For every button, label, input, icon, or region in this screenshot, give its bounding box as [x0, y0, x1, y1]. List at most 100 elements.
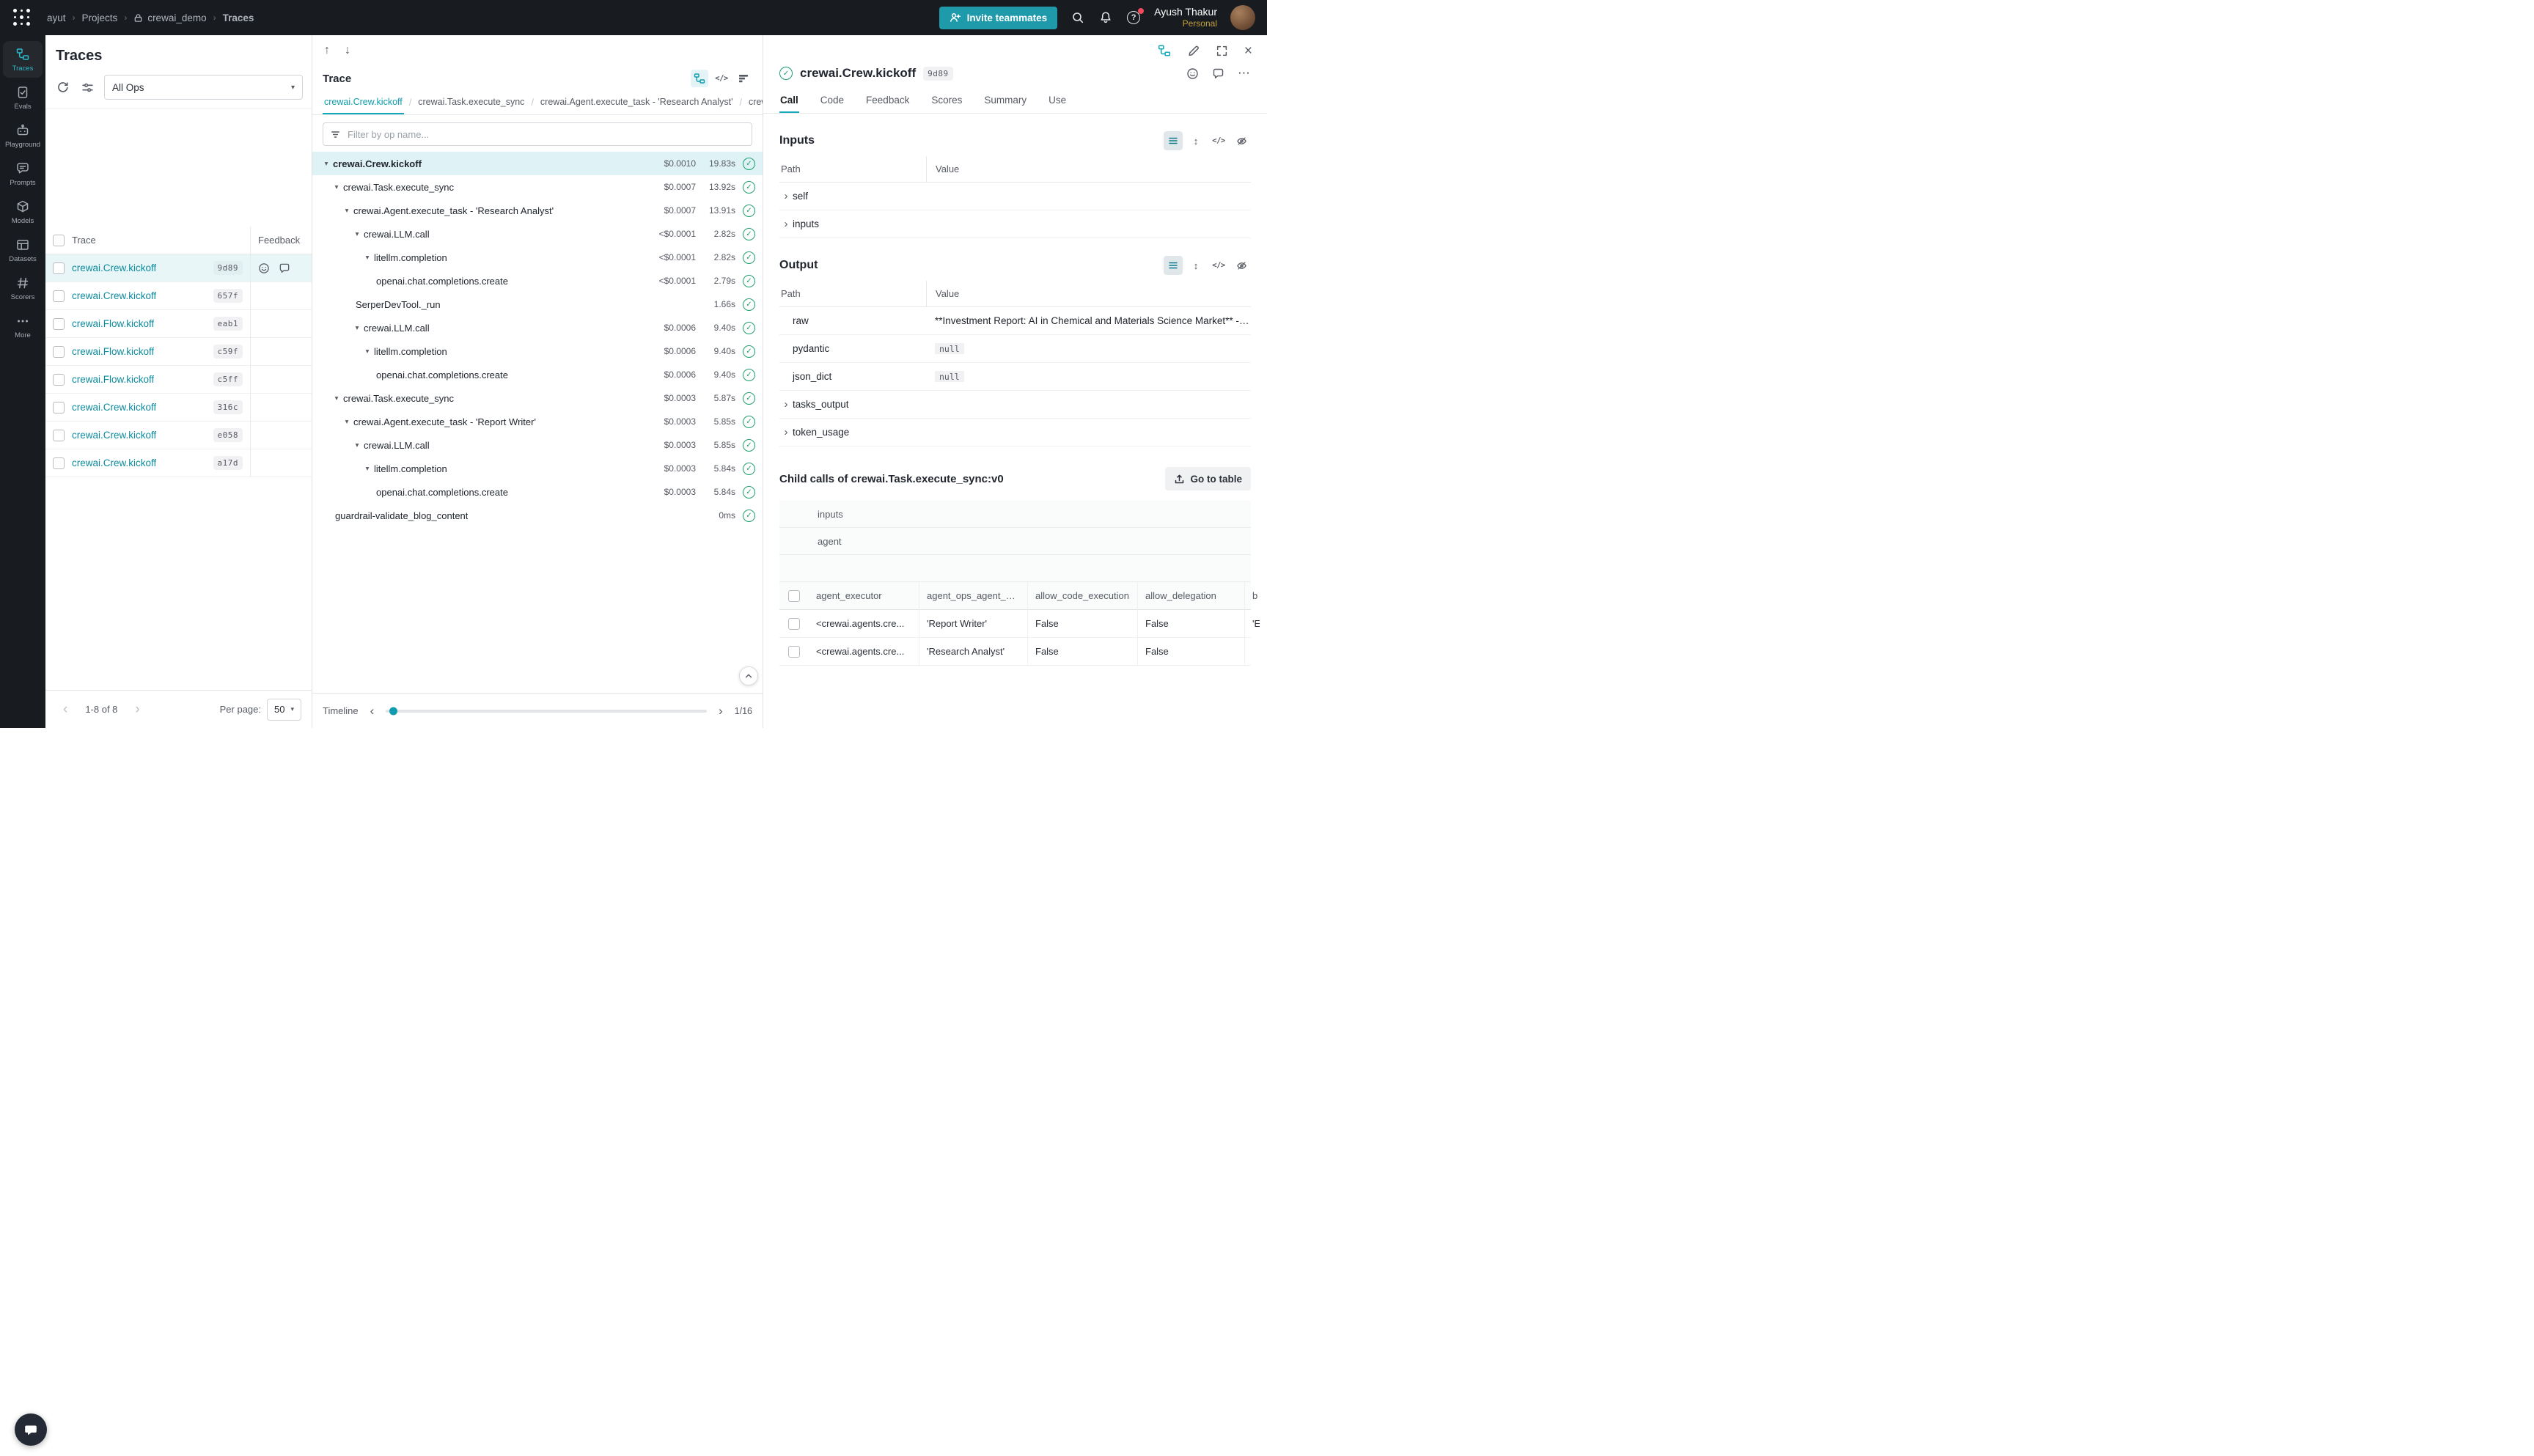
trace-tree-row[interactable]: guardrail-validate_blog_content 0ms ✓	[312, 504, 763, 527]
op-filter-input[interactable]	[346, 128, 744, 141]
avatar[interactable]	[1230, 5, 1255, 30]
trace-tree-row[interactable]: ▾ litellm.completion $0.0006 9.40s ✓	[312, 339, 763, 363]
code-json-icon[interactable]: </>	[1209, 256, 1228, 275]
tab-use[interactable]: Use	[1048, 88, 1067, 113]
select-all-checkbox[interactable]	[53, 235, 65, 246]
feedback-comment-icon[interactable]	[279, 262, 290, 274]
trace-name-link[interactable]: crewai.Crew.kickoff	[72, 402, 156, 413]
expand-chevron-icon[interactable]: ›	[779, 191, 793, 202]
io-table-row[interactable]: pydantic null	[779, 335, 1251, 363]
io-table-row[interactable]: › tasks_output	[779, 391, 1251, 419]
timeline-prev-icon[interactable]: ‹	[367, 704, 378, 718]
next-trace-arrow-icon[interactable]: ↓	[345, 44, 350, 57]
trace-list-row[interactable]: crewai.Crew.kickoff 316c	[45, 394, 312, 422]
notifications-bell-icon[interactable]	[1098, 10, 1113, 25]
timeline-next-icon[interactable]: ›	[716, 704, 726, 718]
io-table-row[interactable]: › inputs	[779, 210, 1251, 238]
sidebar-item-datasets[interactable]: Datasets	[3, 232, 43, 268]
column-header[interactable]: allow_delegation	[1137, 582, 1244, 610]
refresh-icon[interactable]	[54, 79, 70, 95]
io-table-row[interactable]: raw **Investment Report: AI in Chemical …	[779, 307, 1251, 335]
collapse-caret-icon[interactable]: ▾	[350, 324, 364, 332]
trace-tree-row[interactable]: ▾ crewai.Task.execute_sync $0.0003 5.87s…	[312, 386, 763, 410]
child-call-row[interactable]: <crewai.agents.cre...'Research Analyst'F…	[779, 638, 1251, 666]
trace-name-link[interactable]: crewai.Flow.kickoff	[72, 346, 154, 357]
row-checkbox[interactable]	[788, 646, 800, 658]
add-comment-icon[interactable]	[1212, 67, 1224, 80]
trace-path-tab[interactable]: crewai.Agent.execute_task - 'Research An…	[539, 91, 735, 114]
breadcrumb-current[interactable]: Traces	[223, 12, 254, 23]
expand-chevron-icon[interactable]: ›	[779, 399, 793, 410]
sidebar-item-more[interactable]: More	[3, 308, 43, 345]
row-checkbox[interactable]	[53, 402, 65, 413]
trace-name-link[interactable]: crewai.Flow.kickoff	[72, 374, 154, 385]
trace-tree-row[interactable]: ▾ crewai.Agent.execute_task - 'Report Wr…	[312, 410, 763, 433]
search-icon[interactable]	[1070, 10, 1085, 25]
row-checkbox[interactable]	[53, 374, 65, 386]
expand-rows-icon[interactable]: ↕	[1186, 256, 1205, 275]
chat-launcher-button[interactable]	[15, 1413, 47, 1446]
table-view-icon[interactable]	[1164, 131, 1183, 150]
trace-name-link[interactable]: crewai.Crew.kickoff	[72, 290, 156, 301]
trace-tree-row[interactable]: ▾ crewai.LLM.call $0.0006 9.40s ✓	[312, 316, 763, 339]
sidebar-item-traces[interactable]: Traces	[3, 41, 43, 78]
sidebar-item-playground[interactable]: Playground	[3, 117, 43, 154]
trace-path-tab[interactable]: crewai.LLM.cal	[747, 91, 763, 114]
trace-list-row[interactable]: crewai.Crew.kickoff e058	[45, 422, 312, 449]
collapse-caret-icon[interactable]: ▾	[330, 394, 343, 402]
row-checkbox[interactable]	[53, 262, 65, 274]
tab-scores[interactable]: Scores	[930, 88, 963, 113]
tree-view-icon[interactable]	[691, 70, 708, 87]
trace-list-row[interactable]: crewai.Crew.kickoff a17d	[45, 449, 312, 477]
go-to-table-button[interactable]: Go to table	[1165, 467, 1252, 490]
collapse-caret-icon[interactable]: ▾	[340, 418, 353, 426]
io-table-row[interactable]: › token_usage	[779, 419, 1251, 446]
collapse-caret-icon[interactable]: ▾	[361, 465, 374, 473]
trace-tree-row[interactable]: openai.chat.completions.create $0.0006 9…	[312, 363, 763, 386]
collapse-caret-icon[interactable]: ▾	[361, 254, 374, 262]
flame-graph-view-icon[interactable]	[735, 70, 752, 87]
prev-page-icon[interactable]: ‹	[56, 702, 75, 718]
collapse-caret-icon[interactable]: ▾	[350, 441, 364, 449]
split-view-icon[interactable]	[1158, 44, 1171, 57]
row-checkbox[interactable]	[53, 430, 65, 441]
column-header[interactable]: agent_ops_agent_nan	[919, 582, 1027, 610]
trace-tree-row[interactable]: ▾ crewai.LLM.call <$0.0001 2.82s ✓	[312, 222, 763, 246]
trace-name-link[interactable]: crewai.Crew.kickoff	[72, 262, 156, 273]
column-settings-icon[interactable]	[79, 79, 95, 95]
expand-chevron-icon[interactable]: ›	[779, 218, 793, 229]
code-json-icon[interactable]: </>	[1209, 131, 1228, 150]
trace-tree-row[interactable]: ▾ crewai.LLM.call $0.0003 5.85s ✓	[312, 433, 763, 457]
trace-tree-row[interactable]: ▾ crewai.Crew.kickoff $0.0010 19.83s ✓	[312, 152, 763, 175]
io-table-row[interactable]: json_dict null	[779, 363, 1251, 391]
trace-name-link[interactable]: crewai.Crew.kickoff	[72, 457, 156, 468]
row-checkbox[interactable]	[53, 290, 65, 302]
collapse-panel-button[interactable]	[739, 666, 758, 685]
tab-feedback[interactable]: Feedback	[865, 88, 910, 113]
wandb-logo-icon[interactable]	[12, 7, 32, 28]
row-checkbox[interactable]	[788, 618, 800, 630]
trace-list-row[interactable]: crewai.Flow.kickoff c5ff	[45, 366, 312, 394]
fullscreen-icon[interactable]	[1216, 45, 1228, 57]
child-call-row[interactable]: <crewai.agents.cre...'Report Writer'Fals…	[779, 610, 1251, 638]
collapse-caret-icon[interactable]: ▾	[350, 230, 364, 238]
trace-tree-row[interactable]: openai.chat.completions.create $0.0003 5…	[312, 480, 763, 504]
tab-code[interactable]: Code	[820, 88, 845, 113]
timeline-slider[interactable]	[386, 710, 707, 713]
collapse-caret-icon[interactable]: ▾	[340, 207, 353, 215]
timeline-slider-handle[interactable]	[389, 707, 397, 715]
trace-list-row[interactable]: crewai.Flow.kickoff eab1	[45, 310, 312, 338]
trace-tree-row[interactable]: openai.chat.completions.create <$0.0001 …	[312, 269, 763, 293]
ops-filter-select[interactable]: All Ops ▾	[104, 75, 303, 100]
sidebar-item-models[interactable]: Models	[3, 194, 43, 230]
trace-list-row[interactable]: crewai.Crew.kickoff 657f	[45, 282, 312, 310]
collapse-caret-icon[interactable]: ▾	[320, 160, 333, 168]
sidebar-item-evals[interactable]: Evals	[3, 79, 43, 116]
help-icon[interactable]: ?	[1126, 10, 1141, 25]
invite-teammates-button[interactable]: Invite teammates	[939, 7, 1058, 29]
trace-tree-row[interactable]: ▾ crewai.Task.execute_sync $0.0007 13.92…	[312, 175, 763, 199]
sidebar-item-prompts[interactable]: Prompts	[3, 155, 43, 192]
column-header[interactable]: b	[1244, 582, 1260, 610]
next-page-icon[interactable]: ›	[128, 702, 147, 718]
select-all-checkbox[interactable]	[788, 590, 800, 602]
